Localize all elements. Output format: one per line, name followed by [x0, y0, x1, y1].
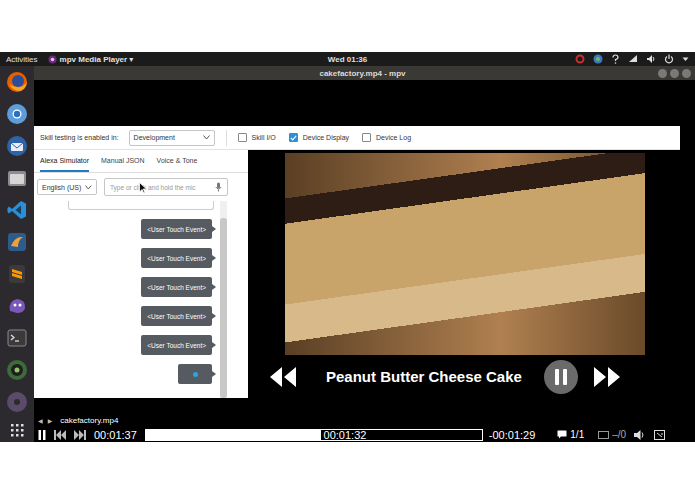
- mic-icon[interactable]: [215, 182, 222, 192]
- screenshot: Activities mpv Media Player ▾ Wed 01:36 …: [0, 0, 695, 494]
- skip-forward-icon[interactable]: [74, 430, 86, 440]
- hover-time: 00:01:32: [324, 429, 367, 441]
- message-bubble: <User Touch Event>: [141, 248, 212, 268]
- toggle-checkbox[interactable]: Device Log: [362, 133, 411, 142]
- network-icon[interactable]: [628, 54, 638, 64]
- seek-bar[interactable]: 00:01:32: [145, 429, 483, 441]
- subtitle-track[interactable]: 1/1: [557, 429, 584, 440]
- fullscreen-icon[interactable]: [654, 430, 665, 440]
- console-header: Skill testing is enabled in: Development…: [34, 126, 680, 150]
- simulator-panel: Alexa Simulator Manual JSON Voice & Tone E…: [34, 150, 248, 398]
- globe-icon[interactable]: [593, 54, 603, 64]
- files-icon[interactable]: [6, 167, 28, 189]
- close-button[interactable]: [682, 69, 691, 78]
- toggle-checkbox[interactable]: Skill I/O: [238, 133, 276, 142]
- locale-select[interactable]: English (US): [37, 179, 97, 195]
- pause-icon[interactable]: [38, 430, 46, 440]
- thunderbird-icon[interactable]: [6, 135, 28, 157]
- message-bubble: <User Touch Event>: [141, 306, 212, 326]
- remaining-time[interactable]: -00:01:29: [489, 429, 535, 441]
- app-grid-icon[interactable]: [10, 423, 24, 437]
- message-bubble: <User Touch Event>: [141, 335, 212, 355]
- elapsed-time[interactable]: 00:01:37: [94, 429, 137, 441]
- help-icon[interactable]: [611, 54, 620, 64]
- bottom-margin: [0, 442, 695, 494]
- mpv-icon: [48, 55, 57, 64]
- window-title: cakefactory.mp4 - mpv: [74, 69, 651, 78]
- check-icon: [290, 134, 297, 142]
- stage-select[interactable]: Development: [129, 130, 215, 146]
- minimize-button[interactable]: [658, 69, 667, 78]
- fast-forward-icon[interactable]: [592, 365, 622, 389]
- video-track-icon: [598, 431, 609, 439]
- file-name: cakefactory.mp4: [60, 416, 118, 425]
- dock: [0, 66, 34, 442]
- message-list: <User Touch Event> <User Touch Event> <Use…: [34, 201, 220, 398]
- maximize-button[interactable]: [670, 69, 679, 78]
- sublime-icon[interactable]: [6, 263, 28, 285]
- utterance-input[interactable]: Type or click and hold the mic: [104, 178, 228, 196]
- toggle-checkbox[interactable]: Device Display: [289, 133, 349, 142]
- pause-icon: [554, 369, 568, 385]
- volume-icon[interactable]: [646, 54, 656, 64]
- play-pause-button[interactable]: [544, 360, 578, 394]
- tab-bar: Alexa Simulator Manual JSON Voice & Tone: [34, 150, 248, 173]
- device-display: Peanut Butter Cheese Cake: [248, 150, 680, 398]
- disc-icon[interactable]: [6, 391, 28, 413]
- message-bubble: <User Touch Event>: [141, 219, 212, 239]
- tab[interactable]: Alexa Simulator: [40, 150, 89, 172]
- caret-icon[interactable]: [682, 54, 689, 64]
- terminal-icon[interactable]: [6, 327, 28, 349]
- message-bubble: <User Touch Event>: [141, 277, 212, 297]
- playlist-prev-button[interactable]: ◀: [38, 417, 43, 424]
- alexa-console: Skill testing is enabled in: Development…: [34, 126, 680, 398]
- subtitle-icon: [557, 430, 567, 439]
- stage-label: Skill testing is enabled in:: [40, 134, 119, 141]
- settings-app-icon[interactable]: [6, 359, 28, 381]
- tab[interactable]: Manual JSON: [101, 150, 145, 172]
- video-area[interactable]: Skill testing is enabled in: Development…: [34, 80, 695, 443]
- skip-back-icon[interactable]: [54, 430, 66, 440]
- media-title: Peanut Butter Cheese Cake: [312, 368, 530, 385]
- pidgin-icon[interactable]: [6, 295, 28, 317]
- chromium-icon[interactable]: [6, 103, 28, 125]
- activities-button[interactable]: Activities: [6, 55, 38, 64]
- vscode-icon[interactable]: [6, 199, 28, 221]
- typing-bubble: [178, 364, 212, 384]
- power-icon[interactable]: [664, 54, 674, 64]
- top-bar: Activities mpv Media Player ▾ Wed 01:36: [0, 52, 695, 66]
- playlist-next-button[interactable]: ▶: [48, 417, 53, 424]
- desktop: Activities mpv Media Player ▾ Wed 01:36 …: [0, 52, 695, 442]
- mouse-pointer-icon: [139, 182, 147, 194]
- cake-photo: [285, 153, 645, 355]
- top-margin: [0, 0, 695, 52]
- mpv-window: cakefactory.mp4 - mpv Skill testing is e…: [34, 66, 695, 442]
- chevron-icon: [85, 185, 92, 190]
- scrollbar[interactable]: [220, 201, 227, 398]
- audio-track[interactable]: –/0: [598, 429, 626, 440]
- firefox-icon[interactable]: [6, 71, 28, 93]
- volume-icon[interactable]: [634, 430, 646, 440]
- rewind-icon[interactable]: [268, 365, 298, 389]
- tab[interactable]: Voice & Tone: [157, 150, 198, 172]
- settings-icon[interactable]: [575, 54, 585, 64]
- chevron-icon: [203, 135, 210, 140]
- app-menu[interactable]: mpv Media Player ▾: [48, 55, 134, 64]
- player-controls: ◀ ▶ cakefactory.mp4 00:01:37 00:01:32 -0…: [34, 398, 695, 443]
- workbench-icon[interactable]: [6, 231, 28, 253]
- title-bar: cakefactory.mp4 - mpv: [34, 66, 695, 80]
- clock[interactable]: Wed 01:36: [328, 55, 367, 64]
